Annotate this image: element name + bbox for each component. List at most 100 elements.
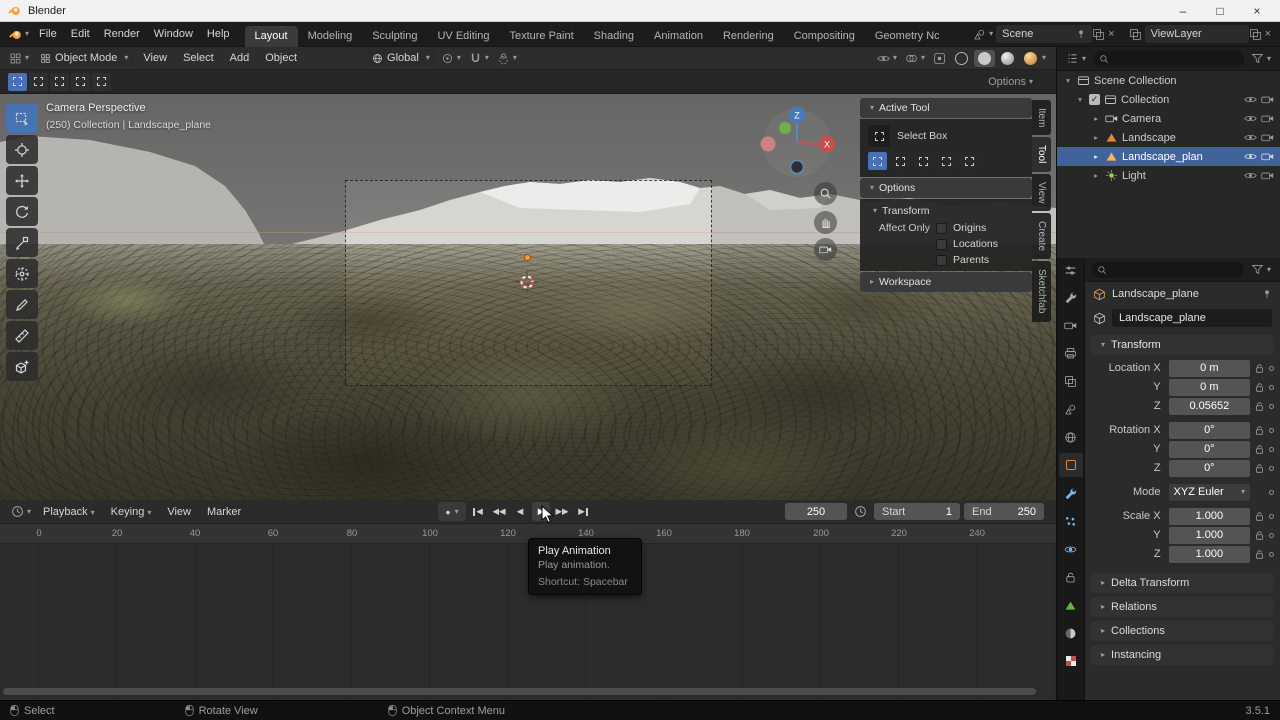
outliner-filter-button[interactable]: ▾ <box>1248 52 1274 65</box>
menu-playback[interactable]: Playback ▾ <box>36 504 102 520</box>
expander-icon[interactable]: ▾ <box>1063 76 1073 85</box>
relations-panel[interactable]: ▸ Relations <box>1091 597 1274 617</box>
menu-view[interactable]: View <box>136 50 174 66</box>
tool-cursor[interactable] <box>6 135 38 164</box>
lock-icon[interactable] <box>1254 401 1265 412</box>
disable-render-icon[interactable] <box>1261 150 1274 163</box>
select-mode-new-button[interactable] <box>8 72 27 91</box>
locations-checkbox[interactable] <box>936 238 947 250</box>
collections-panel[interactable]: ▸ Collections <box>1091 621 1274 641</box>
current-frame-field[interactable]: 250 <box>785 503 847 520</box>
select-mode-invert-button[interactable] <box>71 72 90 91</box>
jump-to-start-button[interactable]: ◀ <box>469 502 487 521</box>
tab-texture-paint[interactable]: Texture Paint <box>499 26 583 47</box>
tab-tool-properties[interactable] <box>1059 285 1083 309</box>
tool-measure[interactable] <box>6 321 38 350</box>
show-overlays-button[interactable]: ▾ <box>902 52 928 65</box>
lock-icon[interactable] <box>1254 363 1265 374</box>
select-mode-extend-button[interactable] <box>29 72 48 91</box>
pivot-point-button[interactable]: ▾ <box>438 52 464 65</box>
editor-type-button[interactable]: ▾ <box>6 52 32 65</box>
rotation-mode-dropdown[interactable]: XYZ Euler ▾ <box>1168 483 1251 501</box>
properties-filter-button[interactable]: ▾ <box>1248 263 1274 276</box>
viewlayer-browse-button[interactable] <box>1126 28 1145 41</box>
tab-physics-properties[interactable] <box>1059 537 1083 561</box>
instancing-panel[interactable]: ▸ Instancing <box>1091 645 1274 665</box>
pan-button[interactable] <box>814 211 837 234</box>
tool-move[interactable] <box>6 166 38 195</box>
tab-view-layer-properties[interactable] <box>1059 369 1083 393</box>
zoom-button[interactable] <box>814 182 837 205</box>
camera-view-button[interactable] <box>814 238 837 261</box>
location-z-field[interactable]: 0.05652 <box>1168 397 1251 415</box>
outliner-row-light[interactable]: ▸ Light <box>1057 166 1280 185</box>
lock-icon[interactable] <box>1254 511 1265 522</box>
proportional-edit-button[interactable]: ▾ <box>494 52 520 65</box>
tab-sculpting[interactable]: Sculpting <box>362 26 427 47</box>
lock-icon[interactable] <box>1254 530 1265 541</box>
animate-dot[interactable] <box>1269 446 1274 452</box>
disable-render-icon[interactable] <box>1261 131 1274 144</box>
tab-constraint-properties[interactable] <box>1059 565 1083 589</box>
menu-edit[interactable]: Edit <box>64 26 97 42</box>
animate-dot[interactable] <box>1269 489 1274 495</box>
close-button[interactable]: × <box>1242 0 1272 22</box>
cursor-3d[interactable] <box>516 271 538 293</box>
snap-button[interactable]: ▾ <box>466 52 492 65</box>
tab-item[interactable]: Item <box>1032 100 1051 136</box>
expander-icon[interactable]: ▸ <box>1091 171 1101 180</box>
tab-tool[interactable]: Tool <box>1032 137 1051 172</box>
active-tool-panel-header[interactable]: ▾ Active Tool <box>860 98 1032 118</box>
delta-transform-panel[interactable]: ▸ Delta Transform <box>1091 573 1274 593</box>
np-select-extend-button[interactable] <box>891 152 910 170</box>
outliner-editor-type-button[interactable]: ▾ <box>1063 52 1089 65</box>
shading-rendered-button[interactable]: ▾ <box>1020 50 1050 67</box>
expander-icon[interactable]: ▸ <box>1091 133 1101 142</box>
expander-icon[interactable]: ▾ <box>1075 95 1085 104</box>
xray-toggle-button[interactable] <box>930 52 949 65</box>
tab-sketchfab[interactable]: Sketchfab <box>1032 261 1051 322</box>
object-name-field[interactable]: Landscape_plane <box>1112 309 1272 327</box>
prev-keyframe-button[interactable]: ◀◀ <box>490 502 508 521</box>
animate-dot[interactable] <box>1269 465 1274 471</box>
remove-viewlayer-button[interactable]: × <box>1262 28 1274 40</box>
tool-transform[interactable] <box>6 259 38 288</box>
show-gizmo-button[interactable]: ▾ <box>874 52 900 65</box>
menu-select[interactable]: Select <box>176 50 221 66</box>
tab-modifier-properties[interactable] <box>1059 481 1083 505</box>
preview-range-button[interactable] <box>851 505 870 518</box>
start-frame-field[interactable]: Start 1 <box>874 503 960 520</box>
lock-icon[interactable] <box>1254 463 1265 474</box>
tab-scene-properties[interactable] <box>1059 397 1083 421</box>
menu-keying[interactable]: Keying ▾ <box>104 504 159 520</box>
tab-geometry-nodes[interactable]: Geometry Nc <box>865 26 950 47</box>
expander-icon[interactable]: ▸ <box>1091 152 1101 161</box>
tool-select-box[interactable] <box>6 104 38 133</box>
tab-create[interactable]: Create <box>1032 213 1051 260</box>
lock-icon[interactable] <box>1254 549 1265 560</box>
outliner-row-collection[interactable]: ▾ ✓ Collection <box>1057 90 1280 109</box>
tab-material-properties[interactable] <box>1059 621 1083 645</box>
timeline-hscrollbar[interactable] <box>3 688 1036 695</box>
scale-z-field[interactable]: 1.000 <box>1168 545 1251 563</box>
hide-viewport-icon[interactable] <box>1244 93 1257 106</box>
transform-panel-header[interactable]: ▾ Transform <box>1091 335 1274 355</box>
object-origin-dot[interactable] <box>524 254 531 261</box>
navigation-gizmo[interactable]: Z X <box>755 99 839 183</box>
np-select-intersect-button[interactable] <box>960 152 979 170</box>
menu-object[interactable]: Object <box>258 50 304 66</box>
menu-file[interactable]: File <box>32 26 64 42</box>
scene-browse-button[interactable]: ▾ <box>970 28 996 41</box>
menu-add[interactable]: Add <box>223 50 257 66</box>
play-reverse-button[interactable]: ◀ <box>511 502 529 521</box>
menu-timeline-view[interactable]: View <box>160 504 198 520</box>
viewlayer-selector[interactable]: ViewLayer <box>1144 25 1249 43</box>
disable-render-icon[interactable] <box>1261 93 1274 106</box>
tab-view[interactable]: View <box>1032 173 1051 212</box>
viewport-3d[interactable]: Camera Perspective (250) Collection | La… <box>0 94 1056 500</box>
tab-output-properties[interactable] <box>1059 341 1083 365</box>
scale-x-field[interactable]: 1.000 <box>1168 507 1251 525</box>
tab-render-properties[interactable] <box>1059 313 1083 337</box>
auto-keying-button[interactable]: ● ▾ <box>438 502 466 521</box>
next-keyframe-button[interactable]: ▶▶ <box>553 502 571 521</box>
